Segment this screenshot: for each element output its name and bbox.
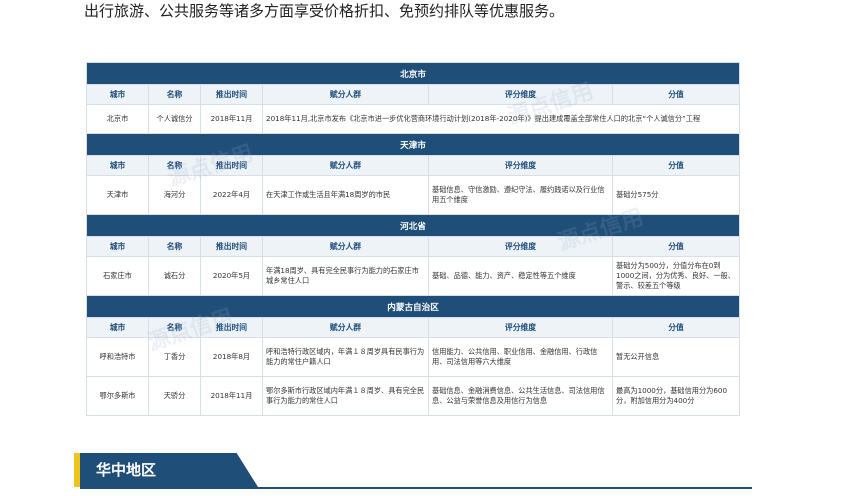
- table-row: 天津市 海河分 2022年4月 在天津工作或生活且年满18周岁的市民 基础信息、…: [86, 175, 741, 215]
- cell-value: 最高为1000分，基础信用分为600分，附加信用分为400分: [611, 376, 741, 416]
- region-header-beijing: 北京市: [85, 62, 741, 85]
- cell-city: 石家庄市: [86, 256, 149, 296]
- cell-city: 天津市: [86, 175, 149, 215]
- cell-merged-note: 2018年11月,北京市发布《北京市进一步优化营商环境行动计划(2018年-20…: [261, 104, 741, 134]
- cell-city: 北京市: [86, 104, 149, 134]
- col-header-value: 分值: [611, 155, 741, 176]
- col-header-dimensions: 评分维度: [428, 236, 613, 257]
- col-header-name: 名称: [148, 155, 201, 176]
- cell-group: 在天津工作或生活且年满18周岁的市民: [262, 175, 429, 215]
- col-header-launch: 推出时间: [200, 84, 263, 105]
- table-row: 石家庄市 诚石分 2020年5月 年满18周岁、具有完全民事行为能力的石家庄市城…: [86, 256, 741, 296]
- region-header-inner-mongolia: 内蒙古自治区: [85, 295, 741, 318]
- cell-dimensions: 基础、品德、能力、资产、稳定性等五个维度: [428, 256, 613, 296]
- col-header-group: 赋分人群: [262, 84, 429, 105]
- cell-name: 个人诚信分: [148, 104, 201, 134]
- cell-group: 鄂尔多斯市行政区域内年满１８周岁、具有完全民事行为能力的常住人口: [262, 376, 429, 416]
- intro-paragraph: 出行旅游、公共服务等诸多方面享受价格折扣、免预约排队等优惠服务。: [84, 2, 565, 20]
- cell-group: 年满18周岁、具有完全民事行为能力的石家庄市城乡常住人口: [262, 256, 429, 296]
- cell-dimensions: 基础信息、金融消费信息、公共生活信息、司法信用信息、公益与荣誉信息及用信行为信息: [428, 376, 613, 416]
- col-header-launch: 推出时间: [200, 317, 263, 338]
- col-header-launch: 推出时间: [200, 155, 263, 176]
- col-header-name: 名称: [148, 236, 201, 257]
- table-row: 呼和浩特市 丁香分 2018年8月 呼和浩特行政区域内，年满１８周岁具有民事行为…: [86, 337, 741, 377]
- col-header-value: 分值: [611, 236, 741, 257]
- section-header-central-china: 华中地区: [74, 453, 752, 489]
- city-credit-score-table: 北京市 城市 名称 推出时间 赋分人群 评分维度 分值 北京市 个人诚信分 20…: [85, 62, 741, 416]
- section-title-tab: 华中地区: [80, 453, 258, 487]
- table-row: 北京市 个人诚信分 2018年11月 2018年11月,北京市发布《北京市进一步…: [86, 104, 741, 134]
- col-header-group: 赋分人群: [262, 155, 429, 176]
- cell-city: 呼和浩特市: [86, 337, 149, 377]
- col-header-name: 名称: [148, 84, 201, 105]
- col-header-group: 赋分人群: [262, 236, 429, 257]
- cell-group: 呼和浩特行政区域内，年满１８周岁具有民事行为能力的常住户籍人口: [262, 337, 429, 377]
- col-header-value: 分值: [611, 84, 741, 105]
- region-header-hebei: 河北省: [85, 214, 741, 237]
- cell-name: 诚石分: [148, 256, 201, 296]
- cell-value: 基础分为500分，分值分布在0到1000之间，分为优秀、良好、一般、警示、较差五…: [611, 256, 741, 296]
- col-header-name: 名称: [148, 317, 201, 338]
- col-header-dimensions: 评分维度: [428, 317, 613, 338]
- cell-value: 暂无公开信息: [611, 337, 741, 377]
- cell-launch: 2018年11月: [200, 376, 263, 416]
- cell-value: 基础分575分: [611, 175, 741, 215]
- section-title: 华中地区: [96, 461, 157, 479]
- cell-name: 丁香分: [148, 337, 201, 377]
- cell-dimensions: 基础信息、守信激励、遵纪守法、履约践诺以及行业信用五个维度: [428, 175, 613, 215]
- col-header-group: 赋分人群: [262, 317, 429, 338]
- cell-name: 海河分: [148, 175, 201, 215]
- cell-launch: 2022年4月: [200, 175, 263, 215]
- col-header-city: 城市: [86, 84, 149, 105]
- cell-city: 鄂尔多斯市: [86, 376, 149, 416]
- col-header-value: 分值: [611, 317, 741, 338]
- cell-name: 天骄分: [148, 376, 201, 416]
- cell-launch: 2020年5月: [200, 256, 263, 296]
- section-underline: [80, 487, 752, 489]
- section-accent-bar: [74, 453, 80, 487]
- cell-dimensions: 信用能力、公共信用、职业信用、金融信用、行政信用、司法信用等六大维度: [428, 337, 613, 377]
- col-header-city: 城市: [86, 236, 149, 257]
- col-header-dimensions: 评分维度: [428, 155, 613, 176]
- col-header-city: 城市: [86, 155, 149, 176]
- col-header-launch: 推出时间: [200, 236, 263, 257]
- col-header-city: 城市: [86, 317, 149, 338]
- region-header-tianjin: 天津市: [85, 133, 741, 156]
- table-row: 鄂尔多斯市 天骄分 2018年11月 鄂尔多斯市行政区域内年满１８周岁、具有完全…: [86, 376, 741, 416]
- cell-launch: 2018年8月: [200, 337, 263, 377]
- cell-launch: 2018年11月: [200, 104, 263, 134]
- col-header-dimensions: 评分维度: [428, 84, 613, 105]
